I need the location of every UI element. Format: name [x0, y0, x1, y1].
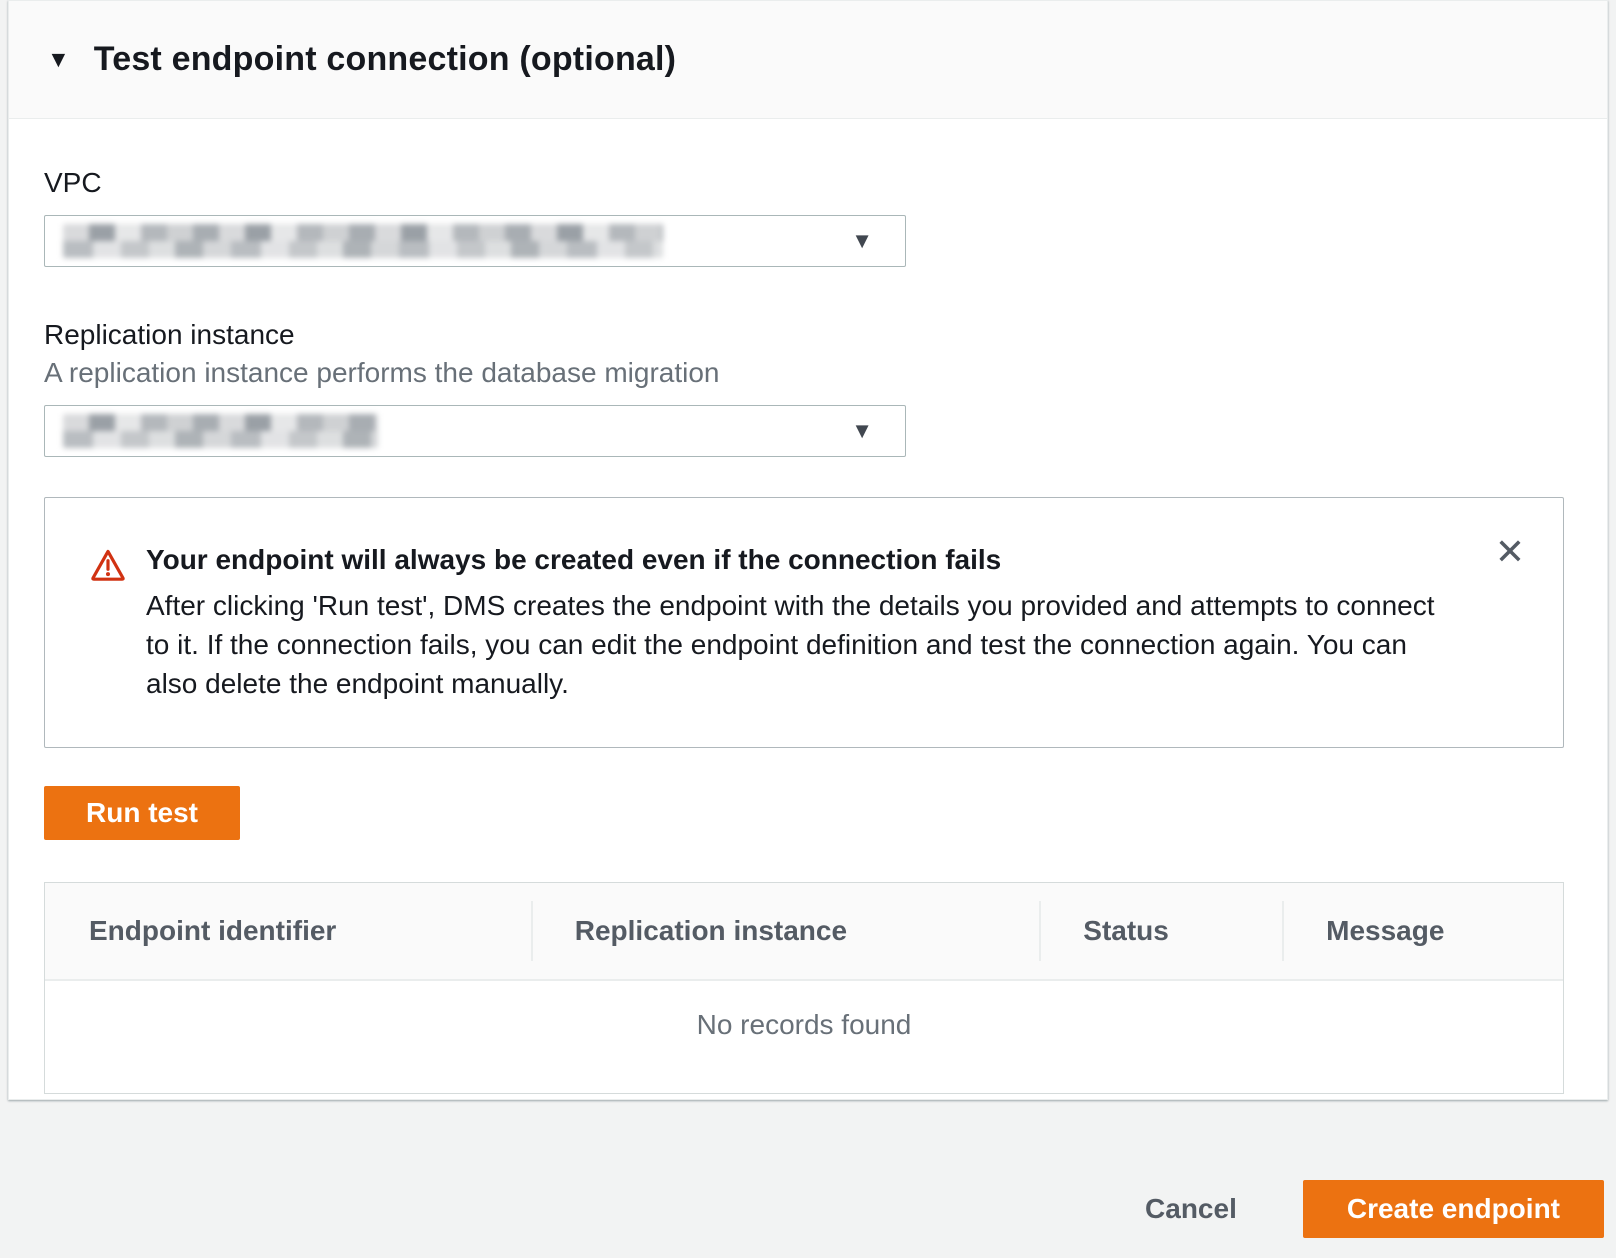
section-title: Test endpoint connection (optional) [94, 40, 676, 79]
collapse-caret-icon[interactable]: ▼ [47, 48, 70, 71]
replication-instance-description: A replication instance performs the data… [44, 357, 1562, 389]
chevron-down-icon: ▼ [851, 420, 873, 442]
replication-instance-label: Replication instance [44, 319, 1562, 351]
close-icon[interactable]: ✕ [1495, 534, 1525, 570]
column-header-status: Status [1039, 883, 1282, 979]
cancel-button[interactable]: Cancel [1145, 1193, 1237, 1225]
table-header-row: Endpoint identifier Replication instance… [45, 883, 1563, 981]
warning-alert: Your endpoint will always be created eve… [44, 497, 1564, 748]
vpc-label: VPC [44, 167, 1562, 199]
warning-content: Your endpoint will always be created eve… [146, 544, 1453, 703]
replication-instance-select[interactable]: ▼ [44, 405, 906, 457]
section-header[interactable]: ▼ Test endpoint connection (optional) [9, 1, 1607, 119]
create-endpoint-button[interactable]: Create endpoint [1303, 1180, 1604, 1238]
section-body: VPC ▼ Replication instance A replication… [9, 119, 1607, 1094]
column-header-message: Message [1282, 883, 1563, 979]
run-test-button[interactable]: Run test [44, 786, 240, 840]
vpc-selected-value-redacted [63, 224, 663, 258]
vpc-field-group: VPC ▼ [44, 167, 1562, 267]
warning-triangle-icon [90, 548, 126, 587]
warning-body-text: After clicking 'Run test', DMS creates t… [146, 586, 1441, 703]
warning-title: Your endpoint will always be created eve… [146, 544, 1453, 576]
column-header-replication-instance: Replication instance [531, 883, 1040, 979]
vpc-select[interactable]: ▼ [44, 215, 906, 267]
replication-instance-field-group: Replication instance A replication insta… [44, 319, 1562, 457]
form-footer: Cancel Create endpoint [0, 1180, 1616, 1238]
test-endpoint-connection-panel: ▼ Test endpoint connection (optional) VP… [8, 0, 1608, 1100]
test-results-table: Endpoint identifier Replication instance… [44, 882, 1564, 1094]
column-header-endpoint-identifier: Endpoint identifier [45, 883, 531, 979]
chevron-down-icon: ▼ [851, 230, 873, 252]
table-empty-state: No records found [45, 981, 1563, 1093]
replication-instance-selected-value-redacted [63, 414, 378, 448]
